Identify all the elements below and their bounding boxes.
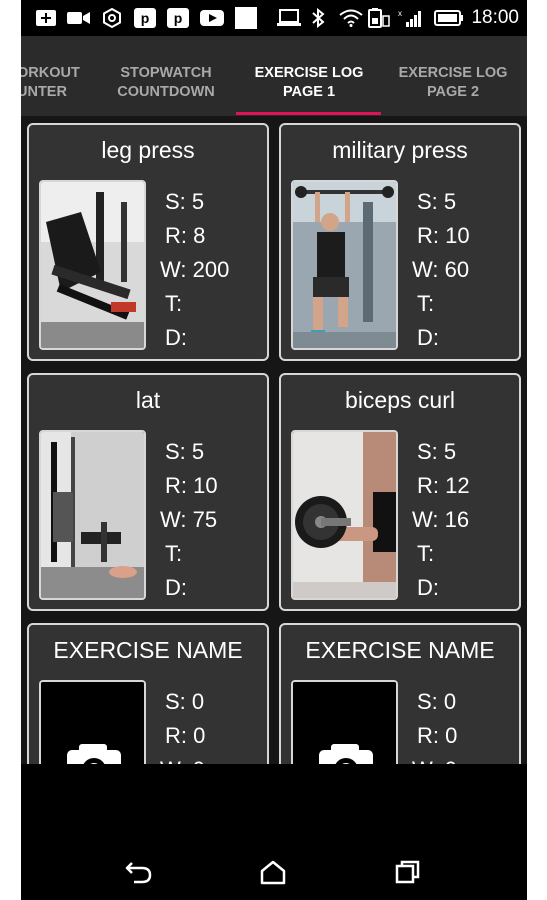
reps-value[interactable]: R: 8: [165, 219, 229, 253]
lat-machine-photo[interactable]: [39, 430, 146, 600]
tab-stopwatch-countdown[interactable]: STOPWATCH COUNTDOWN: [101, 64, 231, 102]
exercise-name[interactable]: biceps curl: [281, 387, 519, 414]
sets-value[interactable]: S: 0: [417, 685, 457, 719]
exercise-card[interactable]: EXERCISE NAME S: 0 R: 0 W: 0 T: D:: [279, 623, 521, 764]
active-tab-indicator: [236, 112, 381, 115]
blank-square-icon: [235, 7, 257, 29]
camera-placeholder-icon[interactable]: [291, 680, 398, 764]
wifi-icon: [339, 8, 363, 28]
exercise-name[interactable]: military press: [281, 137, 519, 164]
laptop-icon: [276, 8, 302, 28]
recents-icon[interactable]: [388, 852, 428, 892]
exercise-name[interactable]: EXERCISE NAME: [281, 637, 519, 664]
reps-value[interactable]: R: 0: [165, 719, 205, 753]
exercise-name[interactable]: lat: [29, 387, 267, 414]
back-icon[interactable]: [119, 852, 159, 892]
p-app-icon: p: [167, 8, 189, 28]
reps-value[interactable]: R: 10: [165, 469, 218, 503]
tab-bar: ORKOUT UNTER STOPWATCH COUNTDOWN EXERCIS…: [21, 36, 527, 116]
distance-value[interactable]: D:: [417, 571, 470, 605]
sets-value[interactable]: S: 0: [165, 685, 205, 719]
svg-text:x: x: [398, 9, 402, 18]
weight-value[interactable]: W: 60: [412, 253, 470, 287]
weight-value[interactable]: W: 16: [412, 503, 470, 537]
exercise-card[interactable]: leg press S: 5 R: 8 W: 200 T: D:: [27, 123, 269, 361]
exercise-log-grid: leg press S: 5 R: 8 W: 200 T: D: militar…: [21, 116, 527, 764]
status-bar: p p x 18:00: [21, 0, 527, 36]
camera-placeholder-icon[interactable]: [39, 680, 146, 764]
home-icon[interactable]: [253, 852, 293, 892]
exercise-stats: S: 5 R: 10 W: 60 T: D:: [412, 185, 470, 355]
military-press-photo[interactable]: [291, 180, 398, 350]
sets-value[interactable]: S: 5: [165, 185, 229, 219]
weight-value[interactable]: W: 75: [160, 503, 218, 537]
plus-box-icon: [35, 8, 57, 28]
tab-exercise-log-page-1[interactable]: EXERCISE LOG PAGE 1: [239, 64, 379, 102]
time-value[interactable]: T:: [165, 287, 229, 321]
exercise-card[interactable]: lat S: 5 R: 10 W: 75 T: D:: [27, 373, 269, 611]
time-value[interactable]: T:: [417, 537, 470, 571]
time-value[interactable]: T:: [165, 537, 218, 571]
exercise-stats: S: 0 R: 0 W: 0 T: D:: [160, 685, 205, 764]
leg-press-photo[interactable]: [39, 180, 146, 350]
distance-value[interactable]: D:: [165, 571, 218, 605]
tab-exercise-log-page-2[interactable]: EXERCISE LOG PAGE 2: [383, 64, 523, 102]
video-camera-icon: [67, 8, 91, 28]
biceps-curl-photo[interactable]: [291, 430, 398, 600]
signal-icon: x: [398, 8, 424, 28]
battery-saver-icon: [368, 8, 390, 28]
clock: 18:00: [471, 7, 519, 28]
bluetooth-icon: [310, 8, 326, 28]
tab-workout-counter[interactable]: ORKOUT UNTER: [21, 64, 83, 102]
distance-value[interactable]: D:: [417, 321, 470, 355]
sets-value[interactable]: S: 5: [417, 185, 470, 219]
battery-icon: [434, 8, 464, 28]
reps-value[interactable]: R: 10: [417, 219, 470, 253]
exercise-card[interactable]: military press S: 5 R: 10 W: 60 T: D:: [279, 123, 521, 361]
exercise-name[interactable]: leg press: [29, 137, 267, 164]
weight-value[interactable]: W: 0: [412, 753, 457, 764]
exercise-stats: S: 5 R: 10 W: 75 T: D:: [160, 435, 218, 605]
exercise-stats: S: 5 R: 12 W: 16 T: D:: [412, 435, 470, 605]
navigation-bar: [21, 764, 527, 900]
p-app-icon: p: [134, 8, 156, 28]
weight-value[interactable]: W: 0: [160, 753, 205, 764]
youtube-icon: [199, 8, 225, 28]
distance-value[interactable]: D:: [165, 321, 229, 355]
sets-value[interactable]: S: 5: [417, 435, 470, 469]
exercise-name[interactable]: EXERCISE NAME: [29, 637, 267, 664]
settings-hex-icon: [101, 8, 123, 28]
reps-value[interactable]: R: 0: [417, 719, 457, 753]
reps-value[interactable]: R: 12: [417, 469, 470, 503]
exercise-card[interactable]: EXERCISE NAME S: 0 R: 0 W: 0 T: D:: [27, 623, 269, 764]
exercise-stats: S: 5 R: 8 W: 200 T: D:: [160, 185, 229, 355]
exercise-stats: S: 0 R: 0 W: 0 T: D:: [412, 685, 457, 764]
time-value[interactable]: T:: [417, 287, 470, 321]
sets-value[interactable]: S: 5: [165, 435, 218, 469]
exercise-card[interactable]: biceps curl S: 5 R: 12 W: 16 T: D:: [279, 373, 521, 611]
weight-value[interactable]: W: 200: [160, 253, 229, 287]
phone-screen: p p x 18:00 ORKOUT UNTER STOPWATCH COUNT…: [21, 0, 527, 900]
